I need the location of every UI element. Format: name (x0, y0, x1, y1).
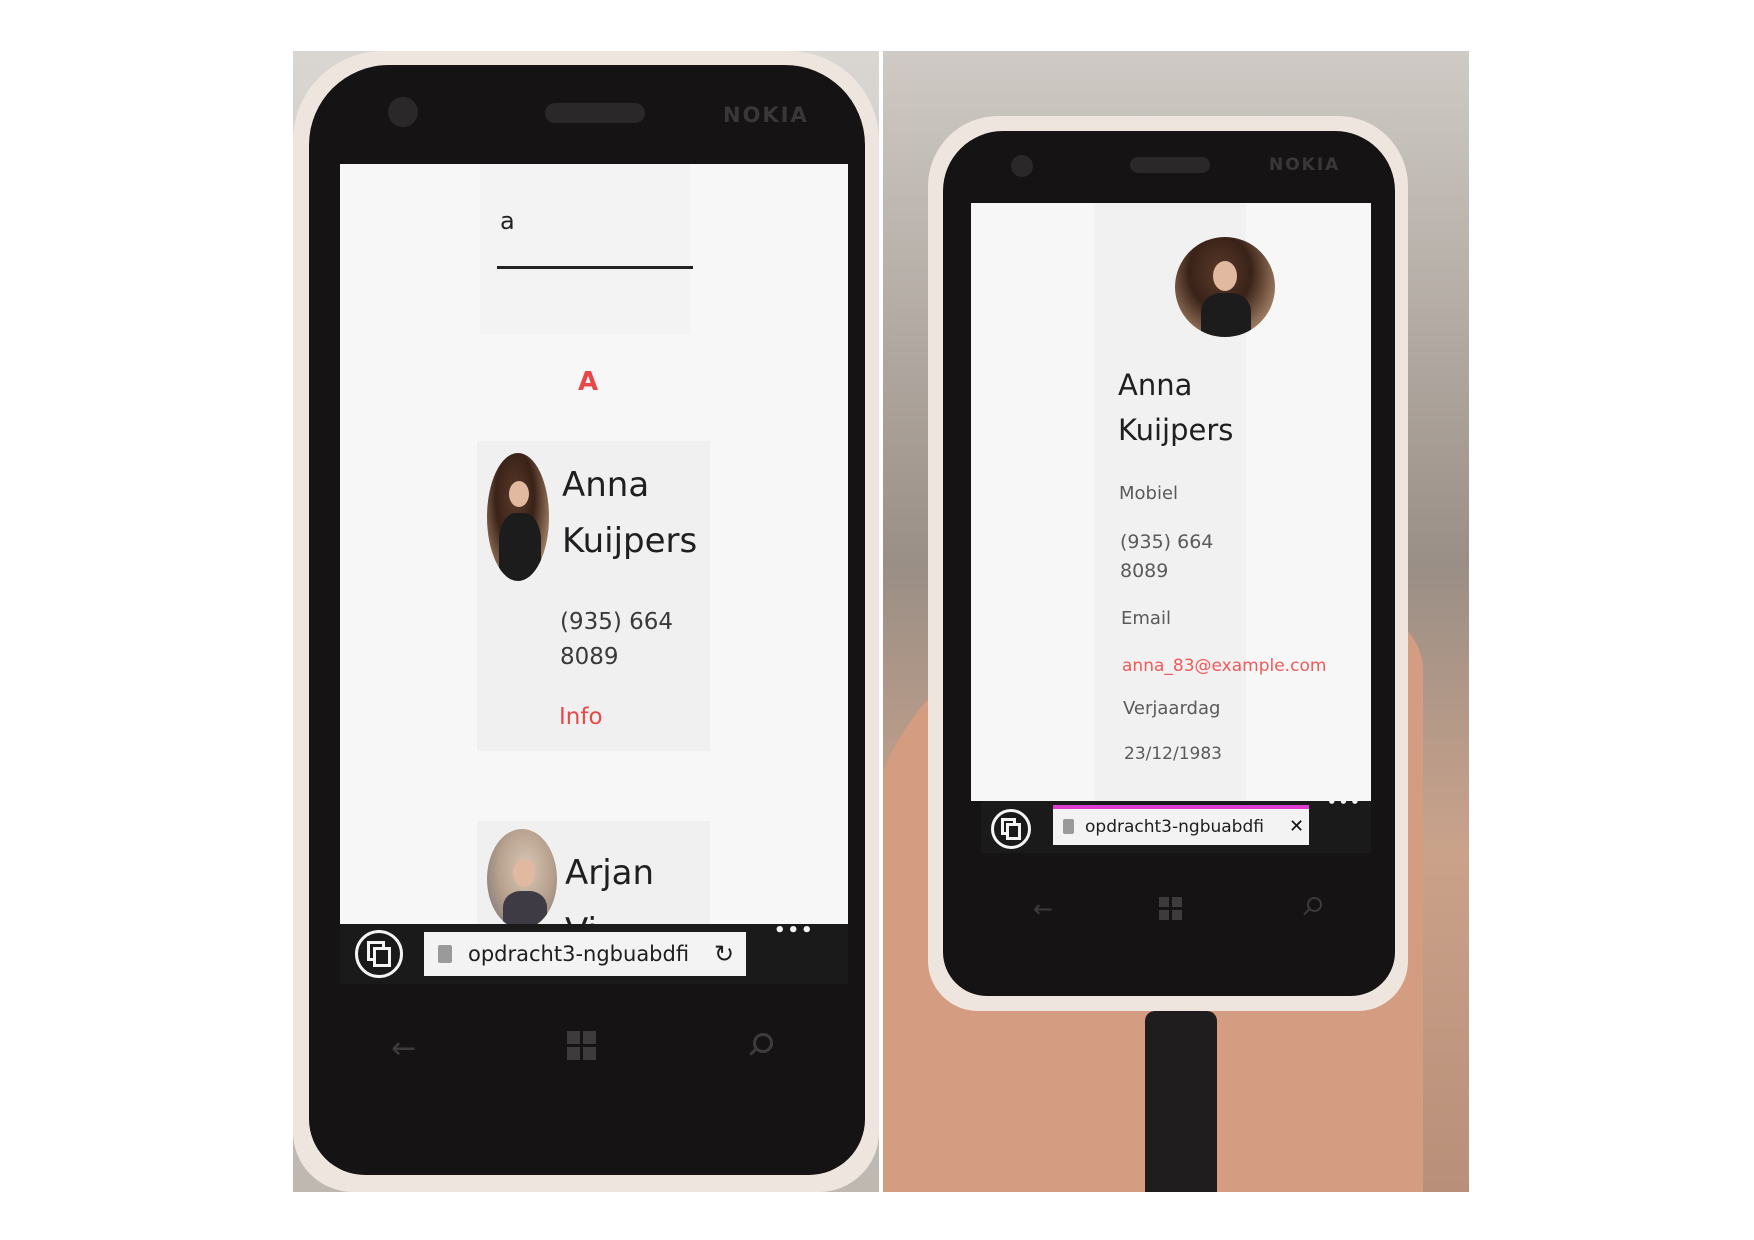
mobile-value-line1: (935) 664 (1120, 531, 1214, 553)
search-underline (497, 266, 693, 269)
tabs-icon[interactable] (991, 809, 1031, 849)
contact-phone-line2: 8089 (560, 644, 619, 670)
search-icon[interactable] (749, 1033, 773, 1056)
phone-screen: a A Anna Kuijpers (935) 664 8089 Info Ar… (340, 164, 848, 924)
search-input[interactable]: a (500, 207, 515, 235)
brand-logo: NOKIA (723, 103, 809, 127)
brand-logo: NOKIA (1269, 155, 1341, 175)
search-panel (480, 164, 690, 334)
contact-avatar (487, 829, 557, 924)
more-options-button[interactable]: ••• (774, 920, 815, 941)
back-arrow-icon[interactable]: ← (391, 1031, 416, 1066)
photo-right-phone: NOKIA Anna Kuijpers Mobiel (935) 664 808… (883, 51, 1469, 1192)
usb-cable (1145, 1011, 1217, 1192)
birthday-value: 23/12/1983 (1124, 744, 1222, 764)
contact-first-name: Anna (1118, 368, 1193, 402)
earpiece (1130, 157, 1210, 173)
windows-logo-icon[interactable] (567, 1031, 597, 1061)
windows-logo-icon[interactable] (1159, 897, 1183, 921)
back-arrow-icon[interactable]: ← (1033, 895, 1053, 923)
email-label: Email (1121, 608, 1171, 629)
more-options-button[interactable]: ••• (1327, 793, 1362, 811)
front-camera (388, 97, 418, 127)
close-icon[interactable]: ✕ (1289, 809, 1304, 845)
contact-card[interactable]: Anna Kuijpers (935) 664 8089 Info (477, 441, 710, 751)
contact-last-name: Vi (565, 909, 597, 924)
search-icon[interactable] (1303, 897, 1322, 916)
mobile-value-line2: 8089 (1120, 560, 1169, 582)
email-link[interactable]: anna_83@example.com (1122, 656, 1326, 676)
address-url: opdracht3-ngbuabdfi (1085, 817, 1264, 837)
address-url: opdracht3-ngbuabdfi (468, 942, 690, 966)
browser-bar: opdracht3-ngbuabdfi ↻ ••• (340, 920, 848, 984)
contact-avatar (487, 453, 549, 581)
lock-icon (1063, 819, 1074, 834)
phone-screen: Anna Kuijpers Mobiel (935) 664 8089 Emai… (971, 203, 1371, 801)
section-letter: A (578, 367, 599, 397)
lock-icon (438, 945, 452, 963)
mobile-label: Mobiel (1119, 483, 1179, 504)
contact-card[interactable]: Arjan Vi (477, 821, 710, 924)
contact-first-name: Anna (562, 465, 650, 505)
birthday-label: Verjaardag (1123, 698, 1221, 719)
info-link[interactable]: Info (559, 704, 603, 730)
refresh-icon[interactable]: ↻ (714, 932, 734, 976)
earpiece (545, 103, 645, 123)
address-bar[interactable]: opdracht3-ngbuabdfi ↻ (424, 932, 746, 976)
contact-last-name: Kuijpers (1118, 413, 1234, 447)
contact-avatar (1175, 237, 1275, 337)
photo-left-phone: NOKIA a A Anna Kuijpers (935) 664 8089 I… (293, 51, 879, 1192)
tabs-icon[interactable] (355, 930, 403, 978)
browser-bar: opdracht3-ngbuabdfi ✕ ••• (981, 793, 1371, 853)
contact-first-name: Arjan (565, 853, 655, 893)
front-camera (1011, 155, 1033, 177)
contact-phone-line1: (935) 664 (560, 609, 674, 635)
address-bar[interactable]: opdracht3-ngbuabdfi ✕ (1053, 809, 1309, 845)
contact-last-name: Kuijpers (562, 521, 698, 561)
